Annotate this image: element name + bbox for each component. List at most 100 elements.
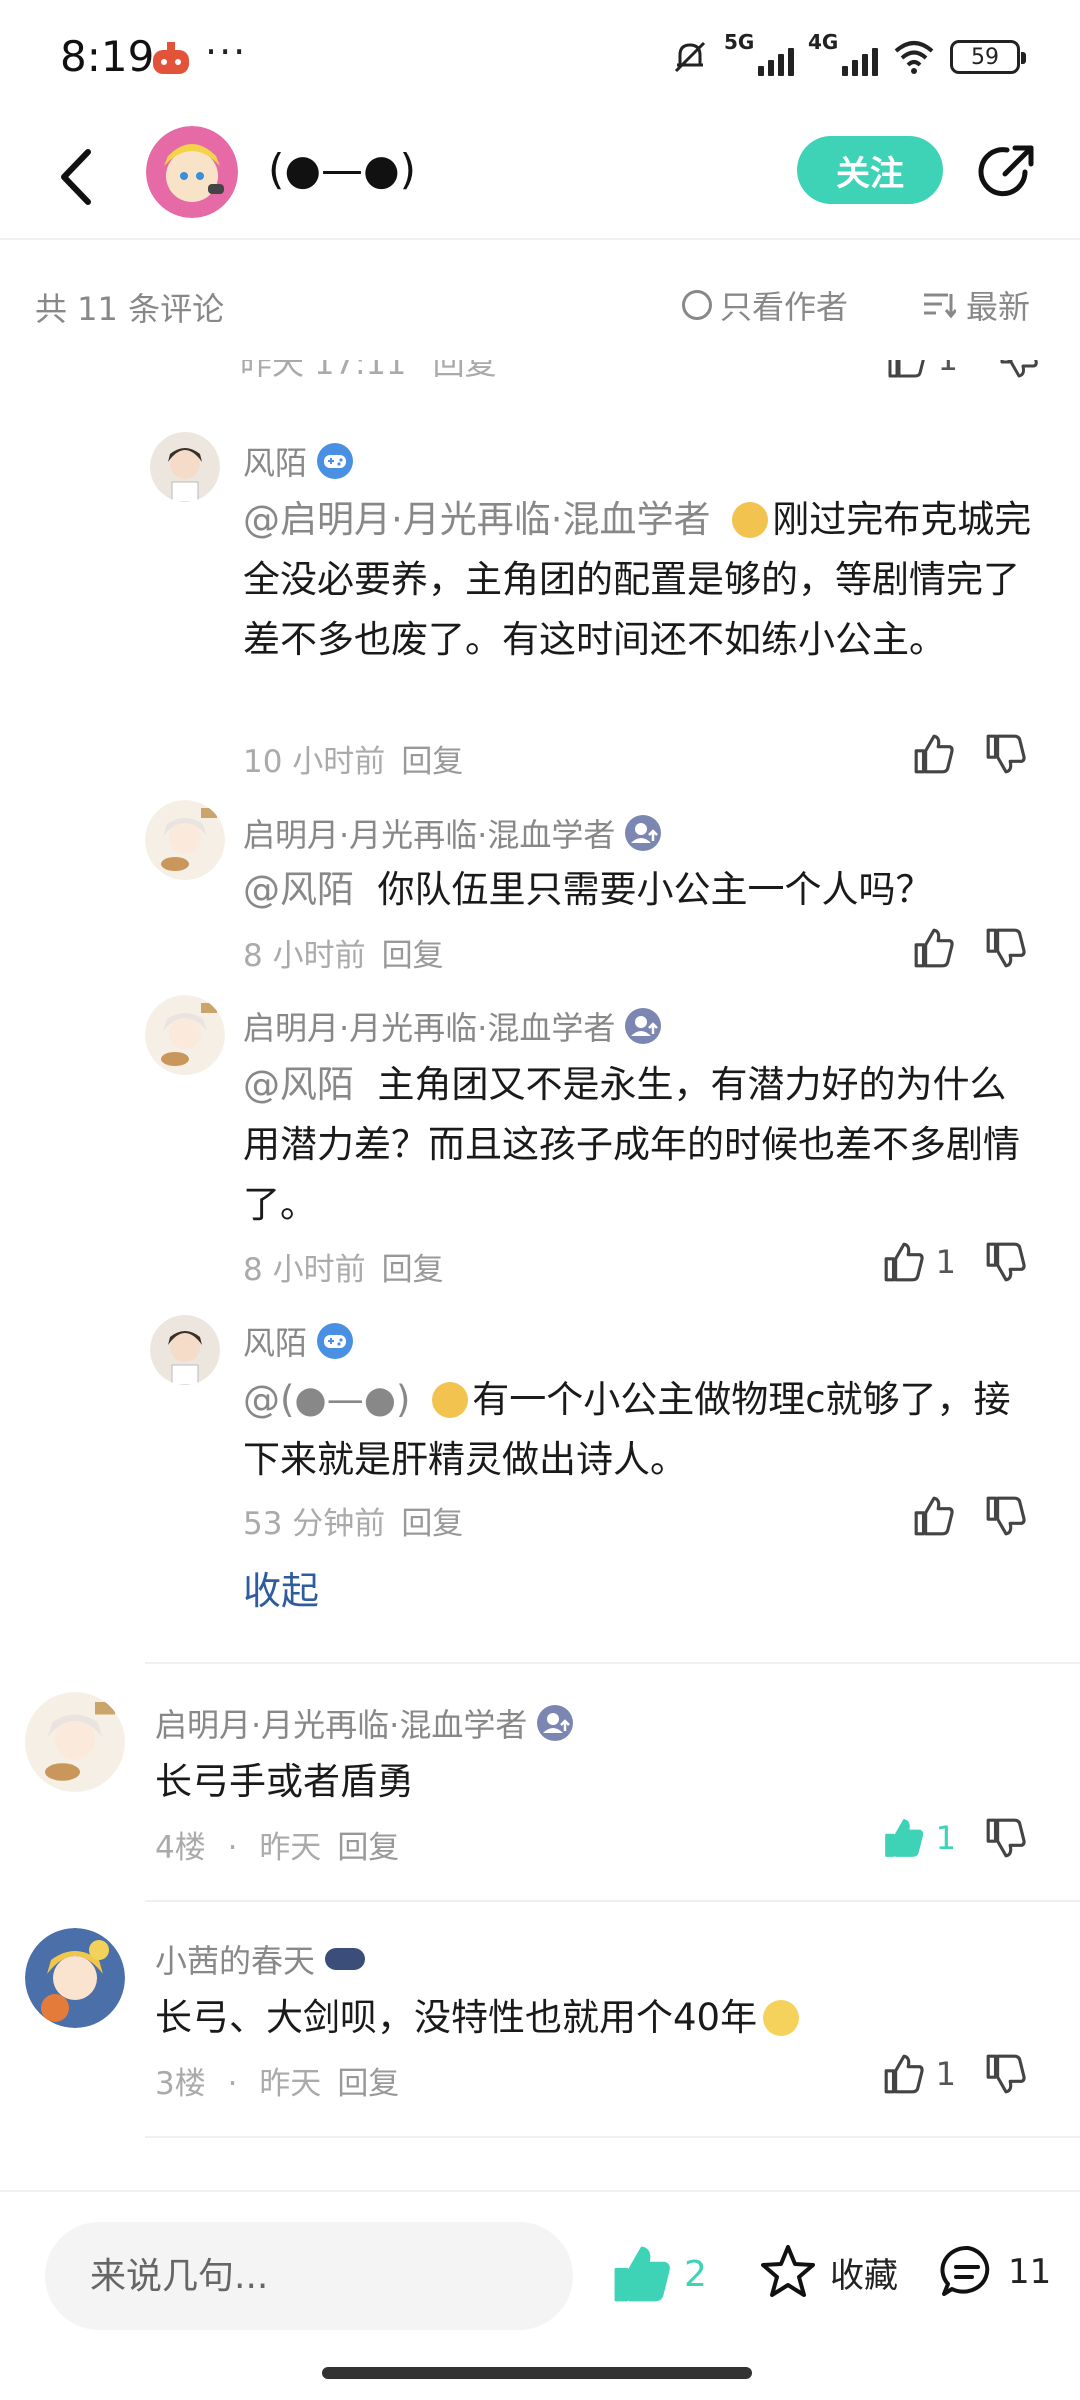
favorite-label: 收藏 [830,2255,898,2296]
user-avatar[interactable] [145,800,225,880]
radio-circle-icon [682,290,712,320]
thumbs-up-filled-icon [884,1819,923,1857]
username[interactable]: 启明月·月光再临·混血学者 [243,810,662,856]
follow-button[interactable]: 关注 [797,136,943,204]
reply-button[interactable]: 回复 [337,1830,399,1866]
comment-actions: 1 [882,2052,1028,2096]
divider [145,1662,1080,1664]
like-count: 1 [935,1243,956,1281]
reply-button[interactable]: 回复 [401,1506,463,1542]
favorite-button[interactable]: 收藏 [758,2242,898,2302]
divider [145,2136,1080,2138]
mention-link[interactable]: @(●—●) [243,1378,410,1421]
reply-meta: 8 小时前 回复 [243,930,444,975]
reply-button[interactable]: 回复 [337,2066,399,2102]
thumbs-down-icon[interactable] [984,1494,1028,1538]
wifi-icon [894,41,934,74]
reply-button[interactable]: 回复 [382,938,444,974]
user-avatar[interactable] [25,1692,125,1792]
user-avatar[interactable] [150,432,220,502]
thumbs-down-icon[interactable] [984,2052,1028,2096]
back-arrow-icon[interactable] [48,142,108,212]
collapse-replies-link[interactable]: 收起 [243,1560,319,1615]
gamepad-badge-icon [317,443,354,479]
reply-actions [912,1494,1028,1538]
level-up-badge-icon [625,1008,662,1044]
username[interactable]: 启明月·月光再临·混血学者 [155,1700,574,1746]
reply-text: @启明月·月光再临·混血学者 刚过完布克城完全没必要养，主角团的配置是够的，等剧… [243,498,1032,661]
comment-count: 共 11 条评论 [35,290,225,328]
level-up-badge-icon [537,1705,574,1741]
thumbs-down-icon[interactable] [984,1816,1028,1860]
user-avatar[interactable] [145,995,225,1075]
user-avatar[interactable] [150,1315,220,1385]
reply-time: 10 小时前 [243,744,386,780]
comment-input[interactable] [45,2222,573,2330]
comments-button[interactable]: 11 [938,2242,1051,2302]
comment-list[interactable]: 昨天 17:11 回复 1 风陌 @启明月·月光再临·混血学者 刚过完布克城完全… [0,360,1080,2180]
mention-link[interactable]: @风陌 [243,868,354,911]
reply-meta: 8 小时前 回复 [243,1244,444,1289]
like-button[interactable] [912,1494,956,1538]
comment-input-box[interactable] [45,2222,573,2330]
author-name[interactable]: (●—●) [268,145,416,194]
comment-meta: 4楼 · 昨天 回复 [155,1830,400,1866]
author-only-label: 只看作者 [720,288,849,326]
mention-link[interactable]: @风陌 [243,1063,354,1106]
home-indicator [322,2367,752,2379]
reply-time: 8 小时前 [243,1252,366,1288]
username[interactable]: 小茜的春天 [155,1936,366,1982]
like-button[interactable] [912,732,956,776]
reply-meta: 10 小时前 回复 [243,736,463,781]
like-button[interactable]: 1 [882,1816,956,1860]
user-avatar[interactable] [25,1928,125,2028]
username[interactable]: 风陌 [243,438,354,484]
thumbs-up-icon [884,2054,924,2094]
status-time: 8:19 [60,32,155,81]
reply-text: @风陌 你队伍里只需要小公主一个人吗？ [243,868,933,911]
reply-text: @(●—●) 有一个小公主做物理c就够了，接下来就是肝精灵做出诗人。 [243,1378,1011,1481]
mention-link[interactable]: @启明月·月光再临·混血学者 [243,498,711,541]
like-button[interactable] [912,926,956,970]
mute-icon [674,41,706,73]
thumbs-up-icon [914,734,954,774]
author-only-toggle[interactable]: 只看作者 [682,282,848,328]
gamepad-badge-icon [317,1323,354,1359]
star-icon [761,2245,815,2297]
reply-button[interactable]: 回复 [401,744,463,780]
thumbs-up-icon [884,1242,924,1282]
clipped-like-button[interactable]: 1 [886,360,958,380]
sort-button[interactable]: 最新 [922,282,1030,328]
battery-indicator: 59 [950,40,1026,74]
veteran-badge-icon [325,1948,366,1970]
signal-4g-icon: 4G [808,30,878,78]
reply-button[interactable]: 回复 [382,1252,444,1288]
thumbs-down-icon[interactable] [984,732,1028,776]
like-button[interactable]: 1 [882,1240,956,1284]
thumbs-down-icon[interactable] [984,1240,1028,1284]
like-count: 1 [935,2055,956,2093]
post-like-count: 2 [684,2253,707,2295]
clipped-comment-meta: 昨天 17:11 回复 1 [240,360,1040,400]
username[interactable]: 风陌 [243,1318,354,1364]
reply-meta: 53 分钟前 回复 [243,1498,463,1543]
reply-time: 53 分钟前 [243,1506,386,1542]
thumbs-up-icon [888,360,925,378]
sort-label: 最新 [966,288,1031,326]
post-like-button[interactable]: 2 [610,2242,707,2306]
app-notification-icon [153,42,189,74]
reply-text: @风陌 主角团又不是永生，有潜力好的为什么用潜力差？而且这孩子成年的时候也差不多… [243,1063,1020,1226]
like-button[interactable]: 1 [882,2052,956,2096]
username[interactable]: 启明月·月光再临·混血学者 [243,1003,662,1049]
comment-actions: 1 [882,1816,1028,1860]
thumbs-down-icon[interactable] [998,360,1040,380]
status-bar: 8:19 ··· 5G 4G 59 [0,0,1080,120]
thumbs-down-icon[interactable] [984,926,1028,970]
share-icon[interactable] [975,140,1039,204]
clipped-time: 昨天 17:11 [240,360,407,382]
thumbs-up-filled-icon [614,2246,670,2302]
clipped-reply-button[interactable]: 回复 [433,360,497,382]
reply-time: 8 小时前 [243,938,366,974]
author-avatar[interactable] [146,126,238,218]
floor-number: 4楼 [155,1830,206,1866]
